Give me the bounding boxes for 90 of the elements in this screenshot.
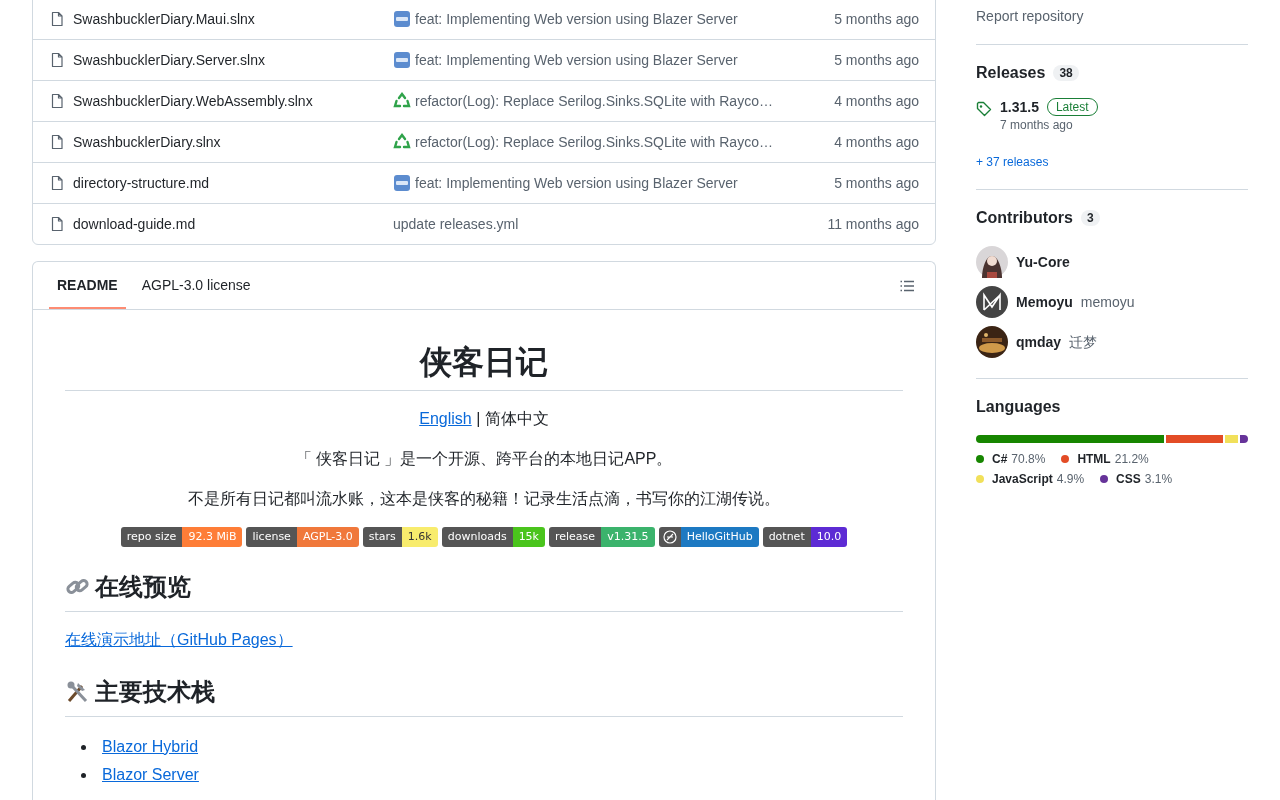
language-name: C# (992, 451, 1008, 467)
readme-tab[interactable]: AGPL-3.0 license (133, 262, 259, 309)
commit-time: 5 months ago (833, 51, 919, 70)
language-name: CSS (1116, 471, 1141, 487)
badge-value: 15k (512, 527, 545, 547)
section-title: Languages (976, 397, 1062, 417)
readme-badge[interactable]: release v1.31.5 (549, 527, 655, 547)
commit-time: 5 months ago (833, 9, 919, 29)
hellogithub-icon (662, 530, 677, 544)
avatar (976, 246, 1008, 278)
count-badge: 38 (1053, 65, 1079, 81)
release-version[interactable]: 1.31.5 (1000, 97, 1039, 117)
demo-link[interactable]: 在线演示地址（GitHub Pages） (65, 631, 293, 648)
file-icon (49, 93, 65, 109)
count-badge: 3 (1080, 210, 1100, 226)
file-icon (49, 52, 65, 68)
avatar (976, 286, 1008, 318)
slogan-text: 不是所有日记都叫流水账，这本是侠客的秘籍！记录生活点滴，书写你的江湖传说。 (187, 489, 781, 509)
badge-value: 92.3 MiB (182, 527, 243, 547)
readme-badge[interactable]: stars 1.6k (362, 527, 438, 547)
report-link[interactable]: Report repository (976, 8, 1084, 24)
contributor-login[interactable]: Memoyu (1016, 292, 1073, 312)
commit-time: 4 months ago (833, 133, 919, 152)
badge-value: HelloGitHub (680, 527, 759, 547)
recycle-icon (393, 92, 411, 110)
file-link[interactable]: directory-structure.md (73, 173, 393, 193)
file-link[interactable]: SwashbucklerDiary.Maui.slnx (73, 8, 393, 29)
commit-message-link[interactable]: feat: Implementing Web version using Blazer Server (415, 173, 738, 193)
badge-label: stars (362, 527, 402, 547)
badge-value: AGPL-3.0 (296, 527, 359, 547)
tag-icon (976, 101, 992, 117)
file-link[interactable]: SwashbucklerDiary.Server.slnx (73, 50, 393, 70)
file-link[interactable]: SwashbucklerDiary.slnx (73, 132, 393, 152)
new-icon (393, 51, 411, 69)
commit-time: 4 months ago (833, 92, 919, 111)
contributor-name: memoyu (1080, 293, 1135, 312)
section-title[interactable]: Releases (976, 61, 1046, 85)
commit-message-link[interactable]: update releases.yml (393, 214, 519, 234)
commit-message-link[interactable]: refactor(Log): Replace Serilog.Sinks.SQLite with Rayco… (415, 132, 773, 152)
release-date: 7 months ago (1000, 117, 1074, 133)
file-link[interactable]: SwashbucklerDiary.WebAssembly.slnx (73, 91, 393, 111)
file-icon (49, 134, 65, 150)
file-link[interactable]: download-guide.md (73, 214, 393, 234)
readme-badge[interactable]: repo size 92.3 MiB (120, 527, 243, 547)
commit-time: 11 months ago (826, 215, 919, 234)
badge-label: release (549, 527, 602, 547)
badge-label: dotnet (762, 527, 811, 547)
file-icon (49, 175, 65, 191)
tech-link[interactable]: Blazor Hybrid (102, 735, 199, 759)
language-percent: 4.9% (1056, 471, 1085, 487)
badge-label: license (246, 527, 297, 547)
english-link[interactable]: English (419, 410, 472, 427)
file-icon (49, 216, 65, 232)
new-icon (393, 174, 411, 192)
language-name: HTML (1077, 451, 1111, 467)
section-title[interactable]: Contributors (976, 206, 1073, 230)
commit-message-link[interactable]: feat: Implementing Web version using Blazer Server (415, 50, 738, 70)
bullet-icon (81, 744, 86, 750)
badge-value: 10.0 (810, 527, 848, 547)
badge-value: v1.31.5 (601, 527, 655, 547)
contributor-login[interactable]: qmday (1016, 332, 1062, 352)
section-heading: 在线预览 (95, 572, 191, 603)
language-percent: 3.1% (1144, 471, 1173, 487)
badge-label: repo size (120, 527, 183, 547)
new-icon (393, 9, 411, 28)
language-name: JavaScript (992, 471, 1053, 487)
releases-link[interactable]: + 37 releases (976, 155, 1049, 169)
readme-badge[interactable]: downloads 15k (441, 527, 545, 547)
file-icon (49, 10, 65, 27)
commit-message-link[interactable]: feat: Implementing Web version using Blazer Server (415, 8, 738, 29)
readme-badge[interactable]: HelloGitHub (658, 527, 759, 547)
language-percent: 70.8% (1011, 451, 1046, 467)
badge-label: downloads (441, 527, 513, 547)
readme-badge[interactable]: license AGPL-3.0 (246, 527, 359, 547)
commit-message-link[interactable]: refactor(Log): Replace Serilog.Sinks.SQLite with Rayco… (415, 91, 773, 111)
readme-title: 侠客日记 (65, 342, 903, 391)
avatar (976, 326, 1008, 358)
badge-value: 1.6k (401, 527, 438, 547)
readme-badge[interactable]: dotnet 10.0 (762, 527, 848, 547)
language-percent: 21.2% (1114, 451, 1149, 467)
contributor-name: 迁梦 (1069, 333, 1098, 352)
language-label: | 简体中文 (476, 410, 549, 427)
tech-link[interactable]: Blazor Server (102, 763, 199, 787)
section-heading: 主要技术栈 (95, 677, 215, 708)
commit-time: 5 months ago (833, 174, 919, 193)
recycle-icon (393, 133, 411, 151)
bullet-icon (81, 772, 86, 778)
readme-tab[interactable]: README (49, 262, 126, 309)
contributor-login[interactable]: Yu-Core (1016, 252, 1070, 272)
intro-text: 「 侠客日记 」是一个开源、跨平台的本地日记APP。 (294, 449, 674, 469)
